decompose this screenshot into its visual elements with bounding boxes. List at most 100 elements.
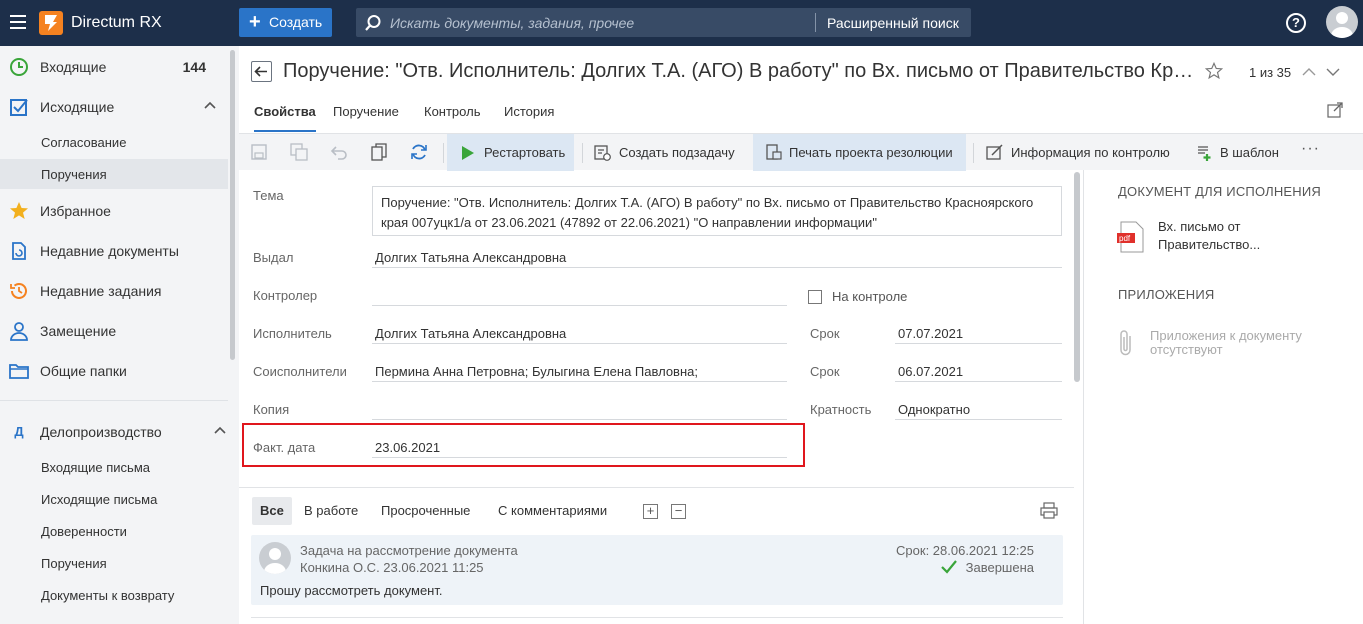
toolbar-divider bbox=[973, 143, 974, 163]
task-author: Конкина О.С. 23.06.2021 11:25 bbox=[300, 560, 484, 575]
sidebar-item-favorites[interactable]: Избранное bbox=[0, 194, 228, 226]
undo-icon[interactable] bbox=[330, 143, 348, 161]
sidebar-item-assignments-2[interactable]: Поручения bbox=[0, 548, 228, 578]
theme-field[interactable]: Поручение: "Отв. Исполнитель: Долгих Т.А… bbox=[372, 186, 1062, 236]
tab-history[interactable]: История bbox=[504, 104, 554, 132]
sidebar-item-outbox[interactable]: Исходящие bbox=[0, 90, 228, 122]
sidebar-item-documents-to-return[interactable]: Документы к возврату bbox=[0, 580, 228, 610]
sidebar-item-label: Избранное bbox=[40, 203, 111, 219]
search-input[interactable] bbox=[390, 8, 810, 37]
sidebar-item-shared-folders[interactable]: Общие папки bbox=[0, 354, 228, 386]
form-scrollbar[interactable] bbox=[1074, 172, 1080, 382]
sidebar-item-outgoing-letters[interactable]: Исходящие письма bbox=[0, 484, 228, 514]
clock-icon bbox=[10, 58, 28, 76]
task-item-next[interactable] bbox=[251, 617, 1063, 624]
create-button[interactable]: + Создать bbox=[239, 8, 332, 37]
app-name[interactable]: Directum RX bbox=[71, 14, 162, 32]
attachments-empty-text: Приложения к документу отсутствуют bbox=[1150, 329, 1330, 357]
chevron-up-icon[interactable] bbox=[1302, 65, 1316, 79]
restart-button[interactable]: Рестартовать bbox=[447, 134, 574, 171]
refresh-icon[interactable] bbox=[410, 143, 428, 161]
deadline2-underline bbox=[895, 381, 1062, 382]
arrow-left-icon bbox=[254, 66, 267, 77]
star-icon[interactable] bbox=[1205, 62, 1223, 80]
issued-field[interactable]: Долгих Татьяна Александровна bbox=[375, 250, 566, 265]
toolbar-divider bbox=[582, 143, 583, 163]
deadline2-field[interactable]: 06.07.2021 bbox=[898, 364, 963, 379]
tab-assignment[interactable]: Поручение bbox=[333, 104, 399, 132]
sidebar-item-substitution[interactable]: Замещение bbox=[0, 314, 228, 346]
deadline-field[interactable]: 07.07.2021 bbox=[898, 326, 963, 341]
fact-date-underline bbox=[372, 457, 787, 458]
controller-underline bbox=[372, 305, 787, 306]
directum-logo[interactable] bbox=[39, 11, 63, 35]
executor-field[interactable]: Долгих Татьяна Александровна bbox=[375, 326, 566, 341]
sidebar-item-recent-tasks[interactable]: Недавние задания bbox=[0, 274, 228, 306]
paperclip-icon bbox=[1120, 330, 1131, 356]
sidebar-item-inbox[interactable]: Входящие 144 bbox=[0, 50, 228, 82]
to-template-button[interactable]: В шаблон bbox=[1187, 134, 1279, 171]
open-new-window-icon[interactable] bbox=[1327, 102, 1343, 118]
tab-overdue[interactable]: Просроченные bbox=[373, 497, 478, 525]
save-icon[interactable] bbox=[250, 143, 268, 161]
chevron-up-icon[interactable] bbox=[214, 425, 226, 437]
executor-underline bbox=[372, 343, 787, 344]
page-title: Поручение: "Отв. Исполнитель: Долгих Т.А… bbox=[283, 60, 1203, 82]
chevron-down-icon[interactable] bbox=[1326, 65, 1340, 79]
pdf-file-icon[interactable]: pdf bbox=[1117, 221, 1147, 253]
collapse-all-button[interactable]: − bbox=[671, 504, 686, 519]
sidebar-item-incoming-letters[interactable]: Входящие письма bbox=[0, 452, 228, 482]
executor-label: Исполнитель bbox=[253, 326, 332, 341]
frequency-field[interactable]: Однократно bbox=[898, 402, 970, 417]
advanced-search-link[interactable]: Расширенный поиск bbox=[827, 15, 959, 31]
search-icon[interactable] bbox=[364, 14, 382, 32]
sidebar-item-approval[interactable]: Согласование bbox=[0, 127, 228, 157]
task-due-date: Срок: 28.06.2021 12:25 bbox=[896, 543, 1034, 558]
task-item[interactable]: Задача на рассмотрение документа Конкина… bbox=[251, 535, 1063, 605]
print-document-icon bbox=[766, 144, 782, 160]
more-icon[interactable]: ··· bbox=[1301, 140, 1320, 158]
create-subtask-button[interactable]: Создать подзадачу bbox=[586, 134, 741, 171]
checkmark-icon bbox=[941, 560, 957, 574]
sidebar-item-label: Документы к возврату bbox=[41, 588, 175, 603]
attachments-heading: ПРИЛОЖЕНИЯ bbox=[1118, 287, 1215, 302]
document-link[interactable]: Вх. письмо от Правительство... bbox=[1158, 218, 1260, 254]
user-avatar[interactable] bbox=[1326, 6, 1358, 38]
tab-properties[interactable]: Свойства bbox=[254, 104, 316, 132]
folder-icon bbox=[9, 364, 29, 379]
document-refresh-icon bbox=[12, 242, 26, 260]
control-info-button[interactable]: Информация по контролю bbox=[977, 134, 1177, 171]
help-icon[interactable]: ? bbox=[1286, 13, 1306, 33]
coexecutors-field[interactable]: Пермина Анна Петровна; Булыгина Елена Па… bbox=[375, 364, 698, 379]
subtask-icon bbox=[594, 145, 611, 161]
back-button[interactable] bbox=[251, 61, 272, 82]
sidebar-divider bbox=[0, 400, 228, 401]
task-text: Прошу рассмотреть документ. bbox=[260, 583, 443, 598]
task-title[interactable]: Задача на рассмотрение документа bbox=[300, 543, 518, 558]
sidebar-scrollbar[interactable] bbox=[230, 50, 235, 360]
tab-control[interactable]: Контроль bbox=[424, 104, 480, 132]
theme-label: Тема bbox=[253, 188, 284, 203]
deadline-underline bbox=[895, 343, 1062, 344]
print-resolution-label: Печать проекта резолюции bbox=[789, 145, 953, 160]
chevron-up-icon[interactable] bbox=[204, 100, 216, 112]
tab-all[interactable]: Все bbox=[252, 497, 292, 525]
task-status: Завершена bbox=[965, 560, 1034, 575]
avatar bbox=[259, 542, 291, 574]
sidebar-section-office[interactable]: Д Делопроизводство bbox=[0, 415, 228, 447]
copy-icon[interactable] bbox=[370, 143, 388, 161]
expand-all-button[interactable]: + bbox=[643, 504, 658, 519]
printer-icon[interactable] bbox=[1040, 502, 1058, 519]
sidebar-item-label: Замещение bbox=[40, 323, 117, 339]
on-control-checkbox[interactable] bbox=[808, 290, 822, 304]
sidebar-item-powers-of-attorney[interactable]: Доверенности bbox=[0, 516, 228, 546]
print-resolution-button[interactable]: Печать проекта резолюции bbox=[753, 134, 966, 171]
tab-with-comments[interactable]: С комментариями bbox=[490, 497, 615, 525]
menu-icon[interactable] bbox=[10, 15, 26, 29]
fact-date-field[interactable]: 23.06.2021 bbox=[375, 440, 440, 455]
play-icon bbox=[462, 146, 474, 160]
sidebar-item-assignments[interactable]: Поручения bbox=[0, 159, 228, 189]
tab-in-progress[interactable]: В работе bbox=[296, 497, 366, 525]
save-and-close-icon[interactable] bbox=[290, 143, 308, 161]
sidebar-item-recent-documents[interactable]: Недавние документы bbox=[0, 234, 228, 266]
